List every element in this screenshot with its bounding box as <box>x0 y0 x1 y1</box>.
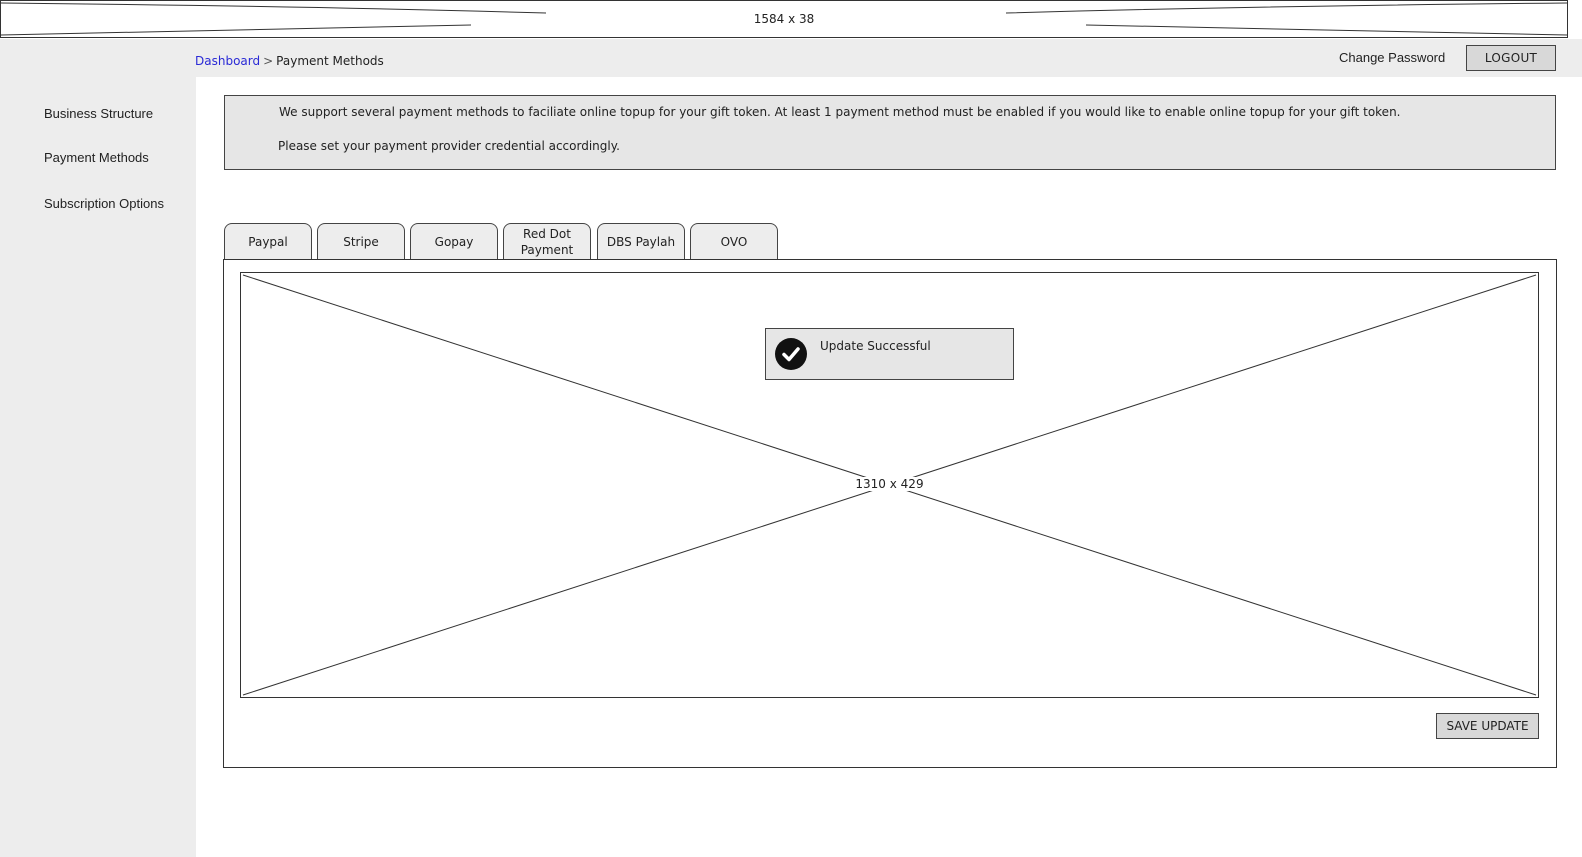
tab-dbs-paylah[interactable]: DBS Paylah <box>597 223 685 259</box>
tab-label-line1: Red Dot <box>523 226 571 241</box>
breadcrumb-current: Payment Methods <box>276 54 384 68</box>
breadcrumb-separator: > <box>263 54 274 68</box>
change-password-link[interactable]: Change Password <box>1339 50 1445 65</box>
info-box: We support several payment methods to fa… <box>224 95 1556 170</box>
tab-stripe[interactable]: Stripe <box>317 223 405 259</box>
placeholder-dimensions: 1310 x 429 <box>241 477 1538 491</box>
tab-gopay[interactable]: Gopay <box>410 223 498 259</box>
logout-button[interactable]: LOGOUT <box>1466 45 1556 71</box>
sidebar-item-subscription-options[interactable]: Subscription Options <box>44 196 164 211</box>
update-success-toast: Update Successful <box>765 328 1014 380</box>
tab-label: OVO <box>720 234 748 249</box>
breadcrumb-dashboard-link[interactable]: Dashboard <box>195 54 260 68</box>
check-circle-icon <box>775 338 807 370</box>
breadcrumb: Dashboard > Payment Methods <box>195 54 384 68</box>
info-text-line1: We support several payment methods to fa… <box>279 105 1401 119</box>
tab-red-dot-payment[interactable]: Red Dot Payment <box>503 223 591 259</box>
tab-label: Stripe <box>343 234 379 249</box>
tab-label-line2: Payment <box>520 242 574 257</box>
tab-label: DBS Paylah <box>606 234 676 249</box>
toast-message: Update Successful <box>820 339 931 353</box>
save-update-button[interactable]: SAVE UPDATE <box>1436 713 1539 739</box>
sidebar-item-business-structure[interactable]: Business Structure <box>44 106 153 121</box>
tab-label: Paypal <box>248 234 288 249</box>
info-text-line2: Please set your payment provider credent… <box>278 139 620 153</box>
tab-label: Gopay <box>434 234 474 249</box>
tab-paypal[interactable]: Paypal <box>224 223 312 259</box>
top-banner-placeholder: 1584 x 38 <box>0 0 1568 38</box>
banner-dimensions: 1584 x 38 <box>753 12 815 26</box>
tab-ovo[interactable]: OVO <box>690 223 778 259</box>
sidebar-item-payment-methods[interactable]: Payment Methods <box>44 150 149 165</box>
placeholder-dimensions-text: 1310 x 429 <box>853 477 926 491</box>
